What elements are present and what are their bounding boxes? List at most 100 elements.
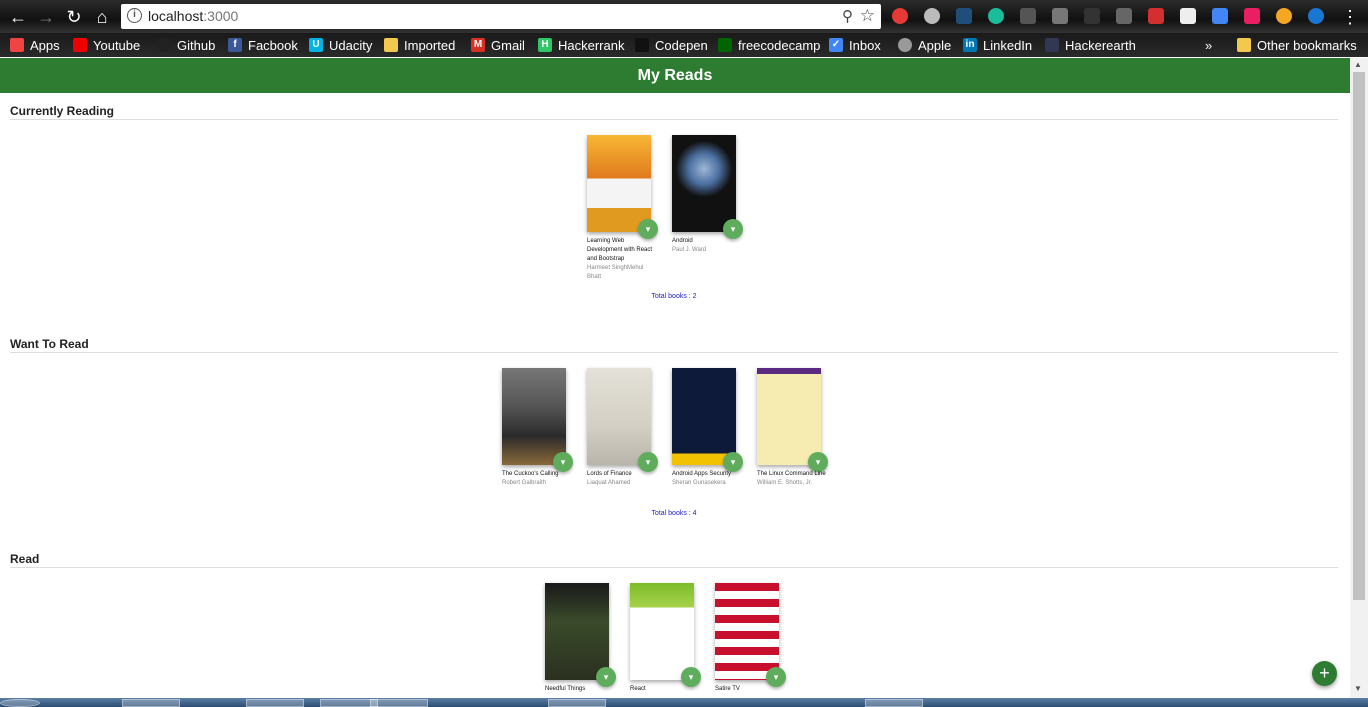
- app-page: My Reads Currently Reading ▾ Learning We…: [0, 58, 1350, 698]
- book-author: Liaquat Ahamed: [587, 480, 631, 486]
- forward-arrow-icon[interactable]: →: [36, 7, 56, 27]
- udacity-icon: U: [309, 38, 323, 52]
- extension-icon[interactable]: [1244, 8, 1260, 24]
- bookmark-item[interactable]: Apps: [10, 36, 60, 54]
- site-info-icon[interactable]: i: [127, 8, 142, 23]
- book-author: Harmeet SinghMehul Bhatt: [587, 265, 644, 280]
- zoom-icon[interactable]: ⚲: [842, 7, 853, 25]
- book-cover[interactable]: [587, 368, 651, 465]
- scroll-up-icon[interactable]: ▲: [1354, 60, 1362, 69]
- book-cover[interactable]: [545, 583, 609, 680]
- bookmark-item[interactable]: H Hackerrank: [538, 36, 624, 54]
- shelf-changer-button[interactable]: ▾: [723, 452, 743, 472]
- bookmark-item[interactable]: M Gmail: [471, 36, 525, 54]
- other-bookmarks[interactable]: Other bookmarks: [1237, 36, 1357, 54]
- bookmark-item[interactable]: Github: [157, 36, 215, 54]
- book-cover[interactable]: [672, 368, 736, 465]
- bookmark-item[interactable]: freecodecamp: [718, 36, 820, 54]
- linkedin-icon: in: [963, 38, 977, 52]
- bookmark-item[interactable]: Codepen: [635, 36, 708, 54]
- home-icon[interactable]: ⌂: [92, 7, 112, 27]
- taskbar-item[interactable]: [122, 699, 180, 707]
- book-title: React: [630, 686, 646, 692]
- shelf-total: Total books : 4: [651, 510, 697, 517]
- back-arrow-icon[interactable]: ←: [8, 7, 28, 27]
- extension-icon[interactable]: [1116, 8, 1132, 24]
- shelf-changer-button[interactable]: ▾: [596, 667, 616, 687]
- extension-icon[interactable]: [924, 8, 940, 24]
- scroll-down-icon[interactable]: ▼: [1354, 684, 1362, 693]
- shelf-changer-button[interactable]: ▾: [638, 452, 658, 472]
- shelf-title: Read: [10, 553, 1338, 568]
- extension-icon[interactable]: [1308, 8, 1324, 24]
- freecodecamp-icon: [718, 38, 732, 52]
- menu-icon[interactable]: ⋮: [1340, 7, 1360, 27]
- bookmark-item[interactable]: Apple: [898, 36, 951, 54]
- extension-icon[interactable]: [988, 8, 1004, 24]
- shelf-changer-button[interactable]: ▾: [681, 667, 701, 687]
- address-bar[interactable]: i localhost:3000 ⚲ ☆: [121, 4, 881, 29]
- book-cover[interactable]: [757, 368, 821, 465]
- book-title: The Cuckoo's Calling Robert Galbraith: [502, 470, 574, 488]
- more-bookmarks-button[interactable]: »: [1205, 36, 1212, 54]
- book-author: Paul J. Ward: [672, 247, 707, 253]
- book-cover[interactable]: [587, 135, 651, 232]
- taskbar-item[interactable]: [246, 699, 304, 707]
- extension-icon[interactable]: [1084, 8, 1100, 24]
- bookmark-item[interactable]: Hackerearth: [1045, 36, 1136, 54]
- book-title: Lords of Finance Liaquat Ahamed: [587, 470, 659, 488]
- bookmark-item[interactable]: ✓ Inbox: [829, 36, 881, 54]
- shelf-changer-button[interactable]: ▾: [808, 452, 828, 472]
- bookmark-item[interactable]: Youtube: [73, 36, 140, 54]
- page-scrollbar[interactable]: ▲ ▼: [1350, 58, 1368, 698]
- gmail-icon: M: [471, 38, 485, 52]
- extension-icon[interactable]: [892, 8, 908, 24]
- shelf-want-to-read: Want To Read ▾ The Cuckoo's Calling Rober…: [10, 338, 1338, 517]
- inbox-icon: ✓: [829, 38, 843, 52]
- bookmark-item[interactable]: f Facbook: [228, 36, 298, 54]
- shelf-changer-button[interactable]: ▾: [638, 219, 658, 239]
- book-title: Android Apps Security Sheran Gunasekera: [672, 470, 744, 488]
- book-title: Android Paul J. Ward: [672, 237, 744, 255]
- book-cover[interactable]: [630, 583, 694, 680]
- book-cover[interactable]: [502, 368, 566, 465]
- bookmark-star-icon[interactable]: ☆: [860, 6, 875, 26]
- extension-icon[interactable]: [1180, 8, 1196, 24]
- shelf-changer-button[interactable]: ▾: [723, 219, 743, 239]
- shelf-title: Currently Reading: [10, 105, 1338, 120]
- extension-icon[interactable]: [1052, 8, 1068, 24]
- bookmark-item[interactable]: in LinkedIn: [963, 36, 1032, 54]
- taskbar-item[interactable]: [370, 699, 428, 707]
- bookmark-item[interactable]: U Udacity: [309, 36, 372, 54]
- start-button[interactable]: [0, 699, 40, 707]
- shelf-changer-button[interactable]: ▾: [766, 667, 786, 687]
- add-book-button[interactable]: +: [1312, 661, 1337, 686]
- book-title: Learning Web Development with React and …: [587, 237, 659, 282]
- apple-icon: [898, 38, 912, 52]
- codepen-icon: [635, 38, 649, 52]
- bookmark-item[interactable]: Imported: [384, 36, 455, 54]
- os-taskbar: [0, 698, 1368, 707]
- book-author: Sheran Gunasekera: [672, 480, 726, 486]
- shelf-read: Read ▾ Needful Things ▾ React ▾ Satire T…: [10, 553, 1338, 692]
- shelf-changer-button[interactable]: ▾: [553, 452, 573, 472]
- page-title: My Reads: [637, 67, 713, 84]
- folder-icon: [384, 38, 398, 52]
- taskbar-item[interactable]: [865, 699, 923, 707]
- extension-icon[interactable]: [1020, 8, 1036, 24]
- extension-icon[interactable]: [1148, 8, 1164, 24]
- book-cover[interactable]: [715, 583, 779, 680]
- book-author: Robert Galbraith: [502, 480, 547, 486]
- url-text[interactable]: localhost:3000: [148, 8, 238, 24]
- bookmarks-bar: Apps Youtube Github f Facbook U Udacity Im…: [0, 33, 1368, 57]
- reload-icon[interactable]: ↻: [64, 7, 84, 27]
- folder-icon: [1237, 38, 1251, 52]
- book-title: The Linux Command Line William E. Shotts,…: [757, 470, 829, 488]
- book-cover[interactable]: [672, 135, 736, 232]
- book-author: William E. Shotts, Jr.: [757, 480, 813, 486]
- extension-icon[interactable]: [956, 8, 972, 24]
- extension-icon[interactable]: [1212, 8, 1228, 24]
- taskbar-item[interactable]: [548, 699, 606, 707]
- scroll-thumb[interactable]: [1353, 72, 1365, 600]
- extension-icon[interactable]: [1276, 8, 1292, 24]
